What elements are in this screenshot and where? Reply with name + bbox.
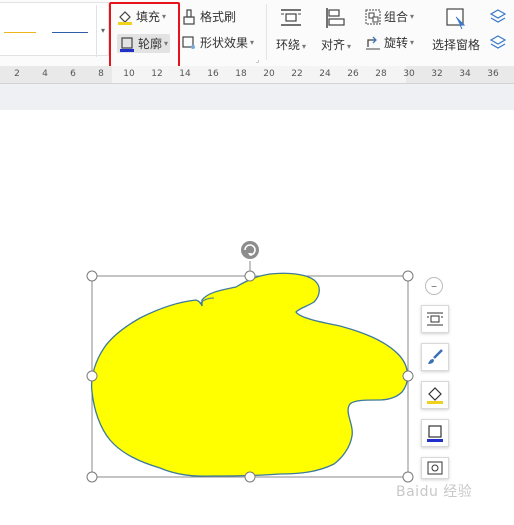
- resize-handle[interactable]: [86, 270, 98, 282]
- minus-icon: –: [431, 279, 437, 293]
- resize-handle[interactable]: [244, 471, 256, 483]
- freeform-shape[interactable]: [90, 272, 409, 477]
- wrap-text-icon: [427, 312, 443, 326]
- side-more-button[interactable]: [421, 457, 449, 479]
- side-outline-button[interactable]: [421, 419, 449, 447]
- rotate-handle[interactable]: [241, 241, 259, 259]
- side-fill-button[interactable]: [421, 381, 449, 409]
- resize-handle[interactable]: [402, 270, 414, 282]
- side-style-button[interactable]: [421, 343, 449, 371]
- fill-icon: [427, 387, 443, 404]
- collapse-panel-button[interactable]: –: [425, 277, 443, 295]
- brush-icon: [428, 349, 443, 364]
- resize-handle[interactable]: [86, 471, 98, 483]
- side-wrap-button[interactable]: [421, 305, 449, 333]
- resize-handle[interactable]: [244, 270, 256, 282]
- outline-icon: [427, 425, 443, 442]
- image-icon: [427, 461, 443, 475]
- resize-handle[interactable]: [86, 370, 98, 382]
- watermark: Baidu 经验: [396, 484, 473, 500]
- resize-handle[interactable]: [402, 370, 414, 382]
